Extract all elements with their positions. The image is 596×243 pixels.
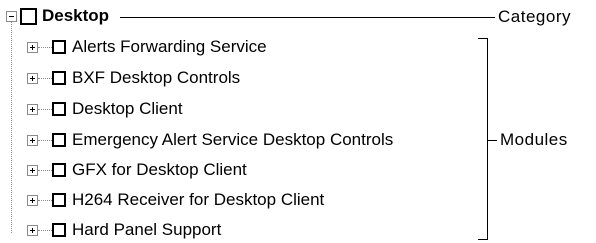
module-label: Desktop Client [72, 99, 183, 118]
category-pointer-line [120, 17, 495, 18]
module-label: GFX for Desktop Client [72, 160, 247, 179]
expand-icon[interactable] [27, 165, 38, 176]
module-checkbox[interactable] [52, 102, 66, 116]
module-label: H264 Receiver for Desktop Client [72, 190, 325, 209]
module-checkbox[interactable] [52, 223, 66, 237]
expand-icon[interactable] [27, 73, 38, 84]
modules-bracket [478, 38, 488, 240]
category-annotation: Category [498, 7, 571, 26]
category-label: Desktop [42, 6, 110, 25]
expand-icon[interactable] [27, 42, 38, 53]
tree-connector-horizontal [38, 47, 52, 48]
tree-connector-horizontal [38, 140, 52, 141]
collapse-icon[interactable] [6, 11, 17, 22]
tree-connector-horizontal [38, 200, 52, 201]
expand-icon[interactable] [27, 104, 38, 115]
module-label: BXF Desktop Controls [72, 68, 241, 87]
tree-connector-horizontal [38, 109, 52, 110]
modules-pointer-line [487, 140, 497, 141]
module-label: Hard Panel Support [72, 220, 222, 239]
module-checkbox[interactable] [52, 40, 66, 54]
expand-icon[interactable] [27, 195, 38, 206]
tree-diagram: Desktop Alerts Forwarding Service BXF De… [0, 0, 596, 243]
tree-connector-horizontal [38, 78, 52, 79]
module-checkbox[interactable] [52, 193, 66, 207]
module-checkbox[interactable] [52, 133, 66, 147]
module-label: Emergency Alert Service Desktop Controls [72, 130, 394, 149]
module-label: Alerts Forwarding Service [72, 37, 267, 56]
expand-icon[interactable] [27, 135, 38, 146]
expand-icon[interactable] [27, 225, 38, 236]
module-checkbox[interactable] [52, 71, 66, 85]
category-checkbox[interactable] [20, 8, 37, 25]
tree-connector-horizontal [38, 230, 52, 231]
tree-connector-vertical [11, 21, 12, 233]
module-checkbox[interactable] [52, 163, 66, 177]
tree-connector-horizontal [38, 170, 52, 171]
modules-annotation: Modules [500, 130, 568, 149]
